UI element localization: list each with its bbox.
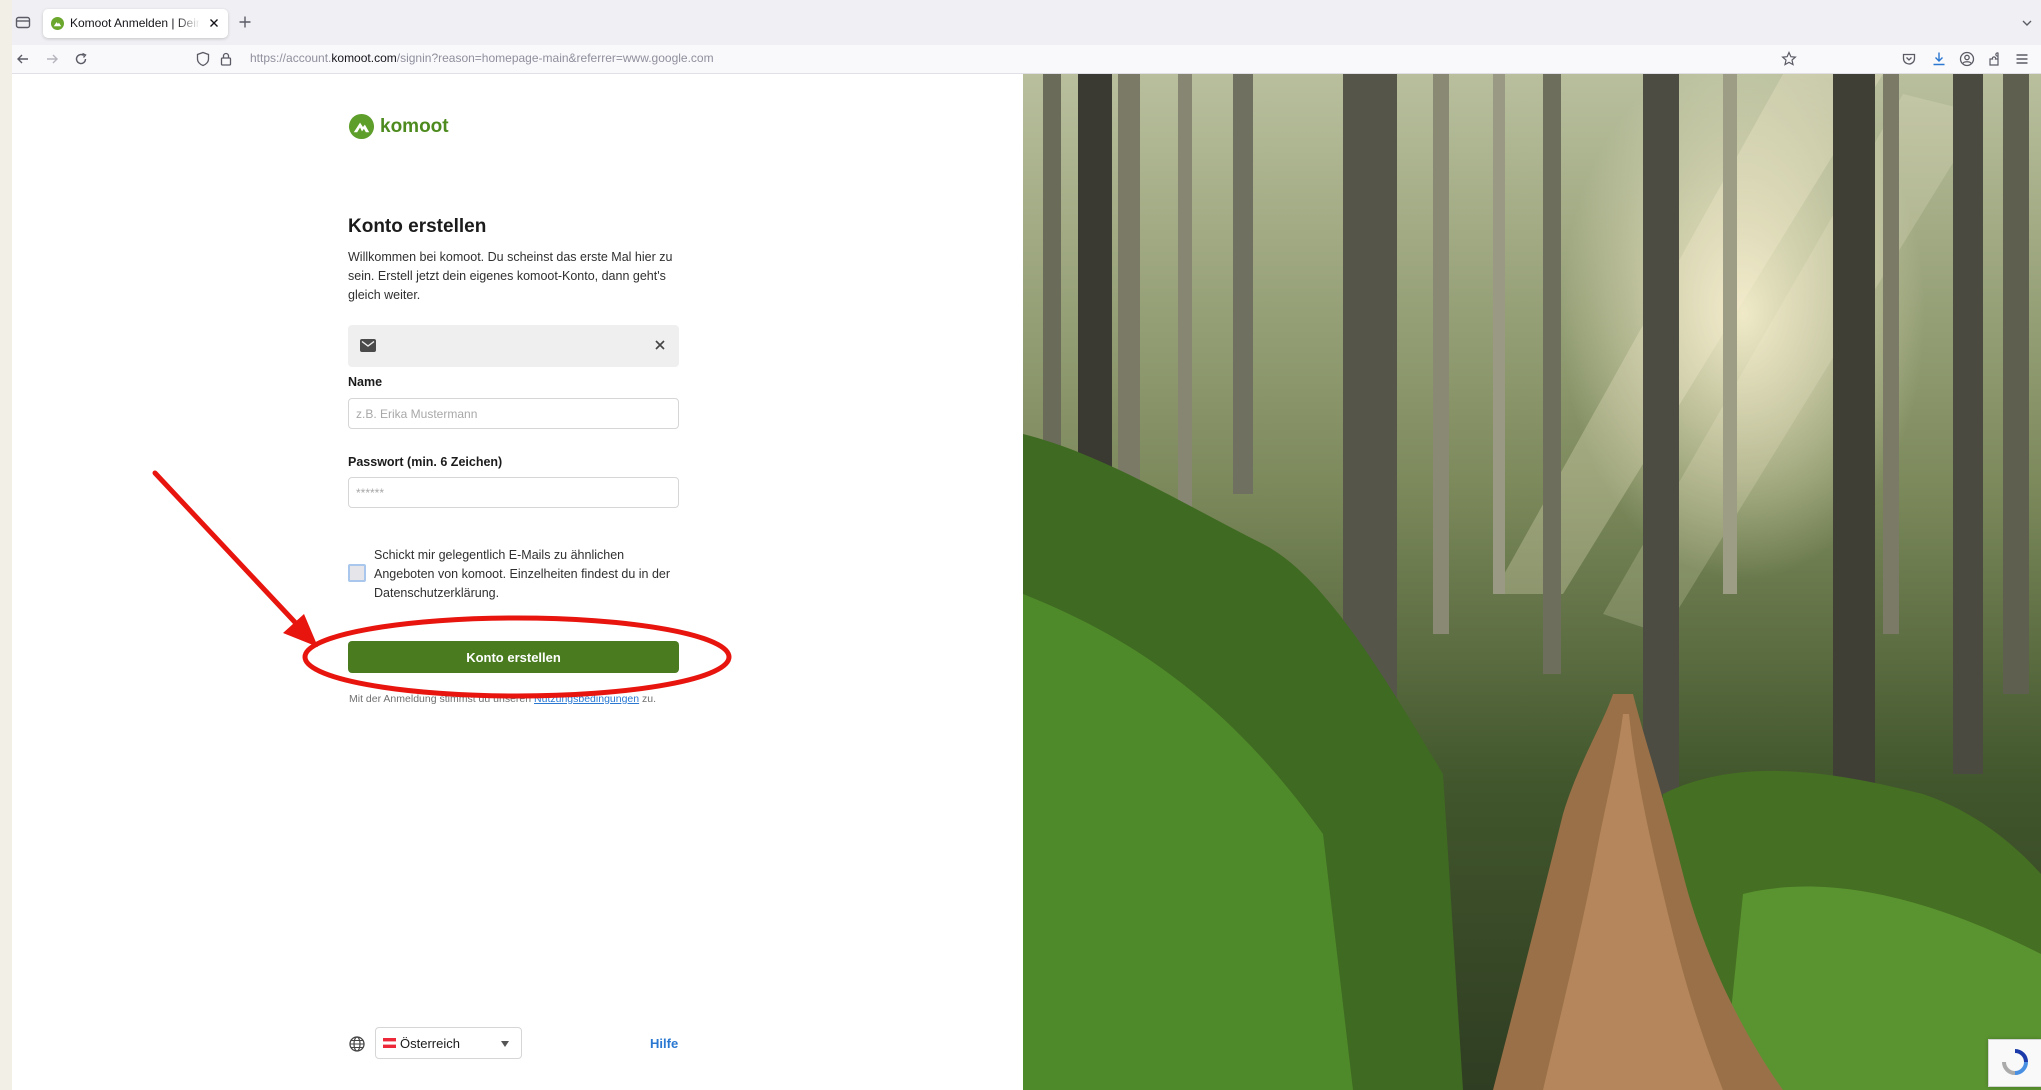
country-select[interactable]: Österreich (375, 1027, 522, 1059)
forest-illustration (1023, 74, 2041, 1090)
recaptcha-badge[interactable] (1988, 1039, 2041, 1087)
komoot-favicon-icon (51, 17, 64, 30)
password-input[interactable] (348, 477, 679, 508)
page-title: Konto erstellen (348, 216, 487, 237)
create-account-button[interactable]: Konto erstellen (348, 641, 679, 673)
password-label: Passwort (min. 6 Zeichen) (348, 455, 503, 469)
country-label: Österreich (400, 1036, 460, 1051)
annotation-arrowhead (283, 614, 318, 647)
tracking-shield-icon[interactable] (194, 50, 212, 68)
email-field[interactable] (348, 325, 679, 367)
reload-icon[interactable] (72, 50, 90, 68)
address-bar[interactable]: https://account.komoot.com/signin?reason… (192, 48, 1812, 70)
newsletter-label: Schickt mir gelegentlich E-Mails zu ähnl… (374, 548, 671, 600)
envelope-icon (360, 339, 376, 352)
extensions-icon[interactable] (1986, 50, 2004, 68)
url-text: https://account.komoot.com/signin?reason… (250, 51, 714, 65)
active-tab[interactable]: Komoot Anmelden | Dein Zugang (43, 9, 228, 38)
back-arrow-icon[interactable] (14, 50, 32, 68)
lock-icon[interactable] (217, 50, 235, 68)
chevron-down-icon[interactable] (2019, 15, 2035, 31)
tab-title: Komoot Anmelden | Dein Zugang (70, 16, 200, 30)
navigation-bar: https://account.komoot.com/signin?reason… (12, 45, 2041, 74)
close-tab-icon[interactable] (206, 15, 222, 31)
download-icon[interactable] (1930, 50, 1948, 68)
new-tab-plus-icon[interactable] (236, 13, 254, 31)
signup-panel: komoot Konto erstellen Willkommen bei ko… (12, 74, 1023, 1090)
komoot-logo[interactable]: komoot (348, 113, 468, 143)
page-content: komoot Konto erstellen Willkommen bei ko… (12, 74, 2041, 1090)
austria-flag-icon (383, 1038, 396, 1048)
intro-text: Willkommen bei komoot. Du scheinst das e… (348, 250, 673, 302)
menu-hamburger-icon[interactable] (2013, 50, 2031, 68)
account-icon[interactable] (1958, 50, 1976, 68)
terms-notice: Mit der Anmeldung stimmst du unseren Nut… (349, 693, 657, 705)
name-label: Name (348, 375, 383, 389)
tab-bar: Komoot Anmelden | Dein Zugang (12, 0, 2041, 46)
pocket-icon[interactable] (1900, 50, 1918, 68)
forest-trail-photo (1023, 74, 2041, 1090)
recaptcha-icon (2002, 1049, 2028, 1075)
bookmark-star-icon[interactable] (1780, 50, 1798, 68)
newsletter-checkbox[interactable] (348, 564, 366, 582)
terms-link[interactable]: Nutzungsbedingungen (534, 693, 639, 705)
komoot-logo-icon (348, 113, 375, 140)
help-link[interactable]: Hilfe (650, 1036, 678, 1051)
annotation-arrow (152, 470, 309, 637)
close-icon[interactable] (653, 338, 667, 352)
browser-window: Komoot Anmelden | Dein Zugang (12, 0, 2041, 1090)
globe-icon (349, 1036, 365, 1052)
forward-arrow-icon[interactable] (43, 50, 61, 68)
name-input[interactable] (348, 398, 679, 429)
logo-text: komoot (380, 116, 449, 137)
tab-list-icon[interactable] (14, 13, 32, 31)
caret-down-icon (501, 1041, 509, 1047)
